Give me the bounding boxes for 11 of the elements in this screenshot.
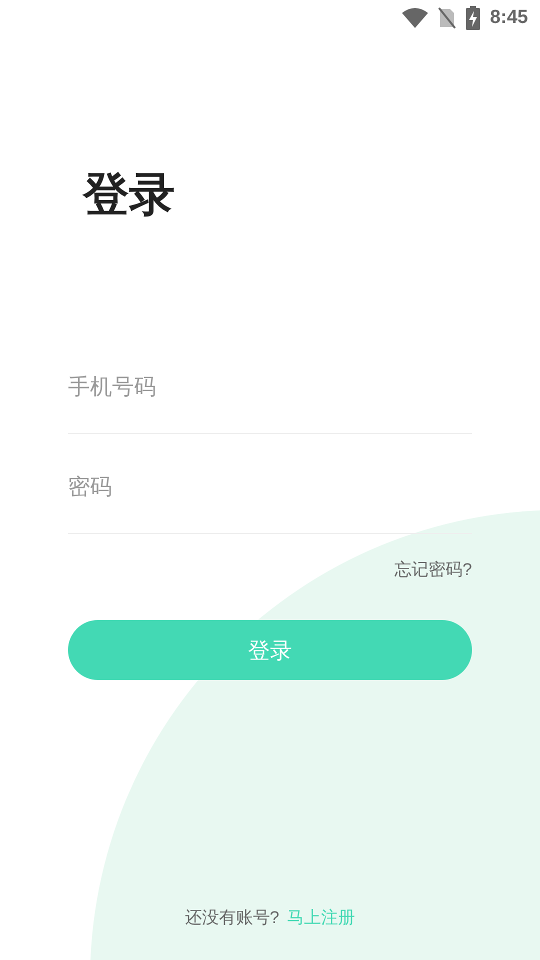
register-link[interactable]: 马上注册 xyxy=(287,906,356,930)
password-field[interactable]: 密码 xyxy=(68,434,472,534)
clock-time: 8:45 xyxy=(490,6,528,30)
login-button[interactable]: 登录 xyxy=(68,620,472,680)
no-account-text: 还没有账号? xyxy=(184,907,280,929)
page-title: 登录 xyxy=(83,167,175,222)
wifi-icon xyxy=(402,8,428,28)
forgot-password-link[interactable]: 忘记密码? xyxy=(394,558,472,582)
no-sim-icon xyxy=(438,7,456,29)
battery-charging-icon xyxy=(466,6,480,30)
phone-field[interactable]: 手机号码 xyxy=(68,334,472,434)
